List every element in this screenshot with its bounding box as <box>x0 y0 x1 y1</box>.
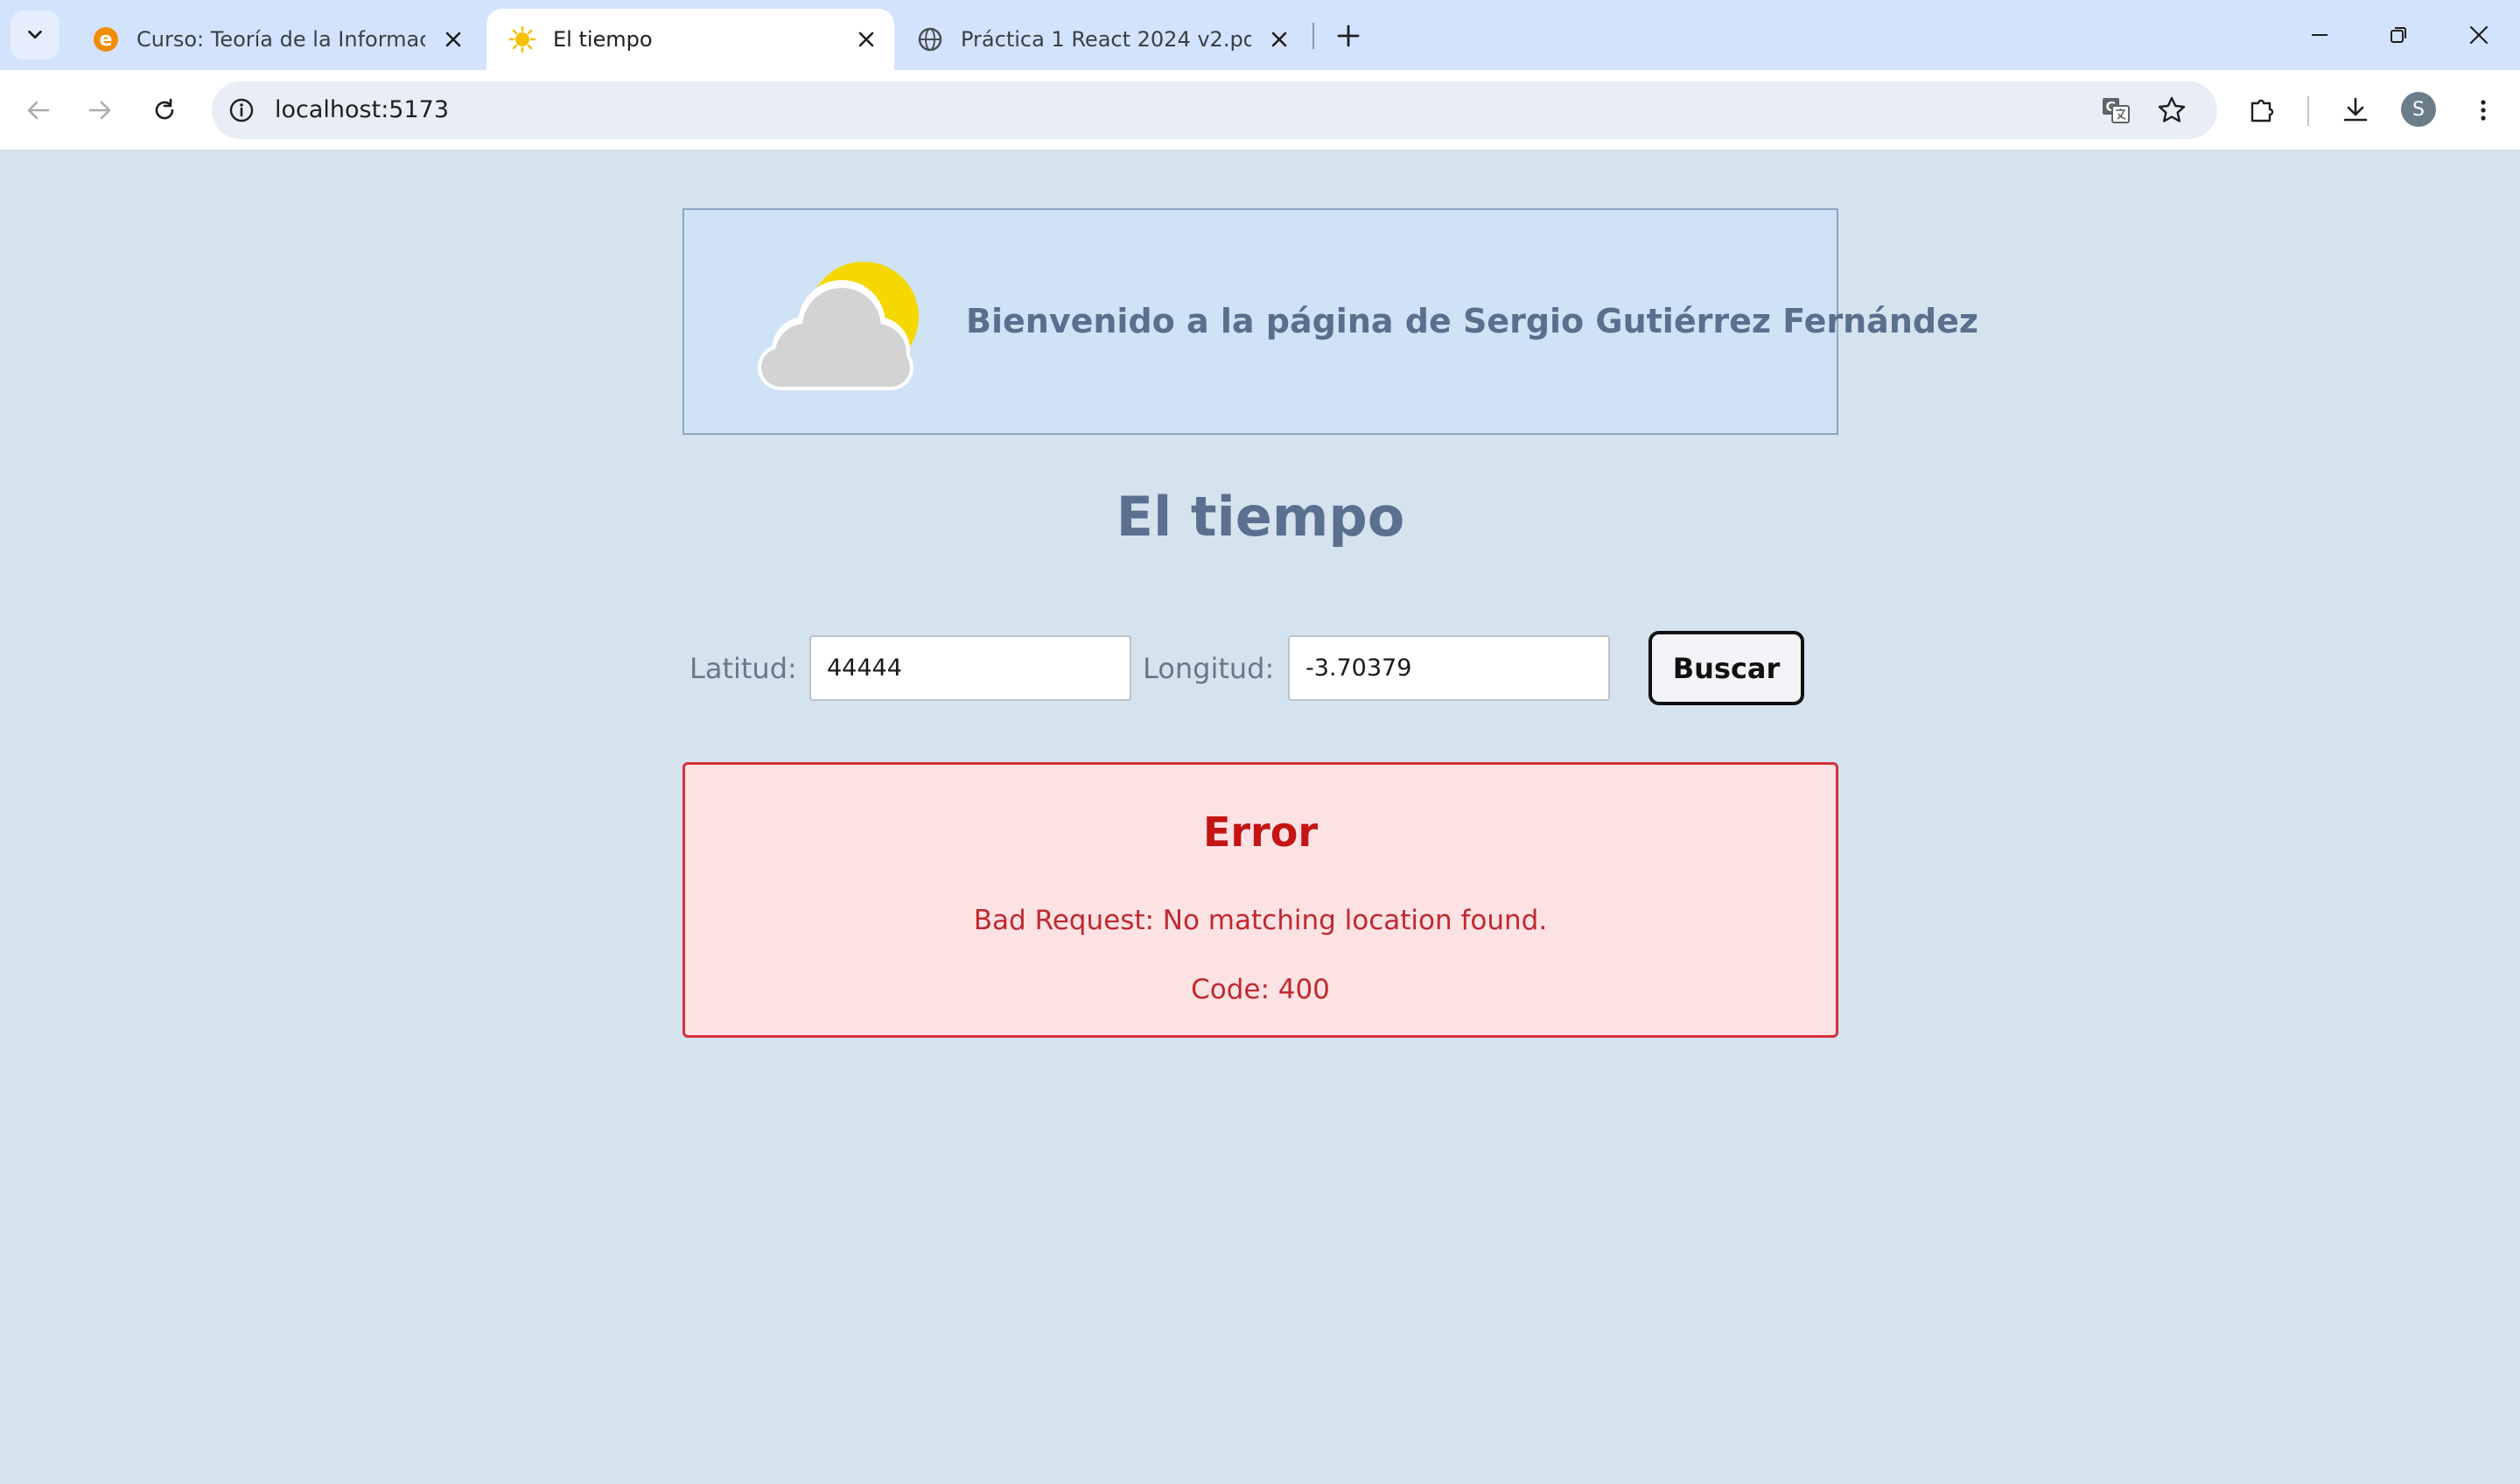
error-title: Error <box>1202 808 1319 856</box>
site-info-icon[interactable] <box>222 91 261 130</box>
close-icon[interactable] <box>849 22 884 57</box>
menu-button[interactable] <box>2460 88 2506 133</box>
globe-icon <box>917 26 943 52</box>
tab-curso[interactable]: e Curso: Teoría de la Información <box>70 9 481 70</box>
close-icon[interactable] <box>1262 22 1297 57</box>
error-code: Code: 400 <box>1191 974 1330 1005</box>
restore-icon <box>2390 27 2406 43</box>
welcome-text: Bienvenido a la página de Sergio Gutiérr… <box>966 302 1978 340</box>
tab-title: El tiempo <box>553 27 653 52</box>
chevron-down-icon <box>28 30 42 39</box>
latitude-input[interactable] <box>809 635 1131 701</box>
tab-title: Práctica 1 React 2024 v2.pdf <box>961 27 1251 52</box>
e-orange-icon: e <box>93 26 119 52</box>
partly-cloudy-icon <box>758 262 919 390</box>
browser-toolbar: localhost:5173 G <box>0 70 2520 150</box>
latitude-label: Latitud: <box>690 652 797 685</box>
translate-icon[interactable]: G <box>2096 91 2135 130</box>
minimize-button[interactable] <box>2280 0 2359 70</box>
puzzle-icon <box>2250 99 2274 122</box>
longitude-input[interactable] <box>1288 635 1610 701</box>
tab-title: Curso: Teoría de la Información <box>136 27 425 52</box>
reload-icon <box>155 98 174 120</box>
error-panel: Error Bad Request: No matching location … <box>682 762 1838 1038</box>
svg-text:e: e <box>100 29 113 51</box>
arrow-left-icon <box>27 101 50 120</box>
longitude-label: Longitud: <box>1143 652 1275 685</box>
profile-avatar[interactable]: S <box>2401 92 2436 127</box>
address-bar[interactable]: localhost:5173 G <box>212 81 2217 139</box>
close-icon[interactable] <box>436 22 471 57</box>
close-window-button[interactable] <box>2440 0 2518 70</box>
tab-search-button[interactable] <box>10 10 60 60</box>
toolbar-separator <box>2307 96 2309 126</box>
downloads-button[interactable] <box>2333 88 2378 133</box>
restore-button[interactable] <box>2359 0 2438 70</box>
plus-icon <box>1337 24 1360 47</box>
bookmark-star-icon[interactable] <box>2152 91 2191 130</box>
minimize-icon <box>2312 34 2328 36</box>
download-icon <box>2343 97 2368 122</box>
sun-icon <box>509 26 536 52</box>
close-icon <box>2469 25 2488 45</box>
forward-button[interactable] <box>77 88 122 133</box>
search-button[interactable]: Buscar <box>1648 631 1804 705</box>
tab-el-tiempo[interactable]: El tiempo <box>486 9 894 70</box>
extensions-button[interactable] <box>2240 88 2286 133</box>
welcome-header: Bienvenido a la página de Sergio Gutiérr… <box>682 208 1978 435</box>
new-tab-button[interactable] <box>1326 14 1370 58</box>
tab-strip: e Curso: Teoría de la Información El tie… <box>0 0 2520 70</box>
page-title: El tiempo <box>1116 485 1405 549</box>
tab-separator <box>1312 23 1314 49</box>
arrow-right-icon <box>88 101 111 120</box>
reload-button[interactable] <box>142 88 187 133</box>
back-button[interactable] <box>16 88 61 133</box>
kebab-menu-icon <box>2481 100 2486 121</box>
tab-practica-pdf[interactable]: Práctica 1 React 2024 v2.pdf <box>900 9 1307 70</box>
url-text[interactable]: localhost:5173 <box>275 81 449 139</box>
error-message: Bad Request: No matching location found. <box>973 905 1548 936</box>
